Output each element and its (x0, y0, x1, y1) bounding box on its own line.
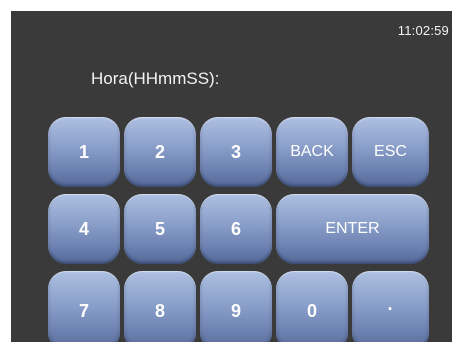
key-8-button[interactable]: 8 (124, 271, 196, 342)
key-9-button[interactable]: 9 (200, 271, 272, 342)
key-2-button[interactable]: 2 (124, 117, 196, 187)
key-3-button[interactable]: 3 (200, 117, 272, 187)
key-0-button[interactable]: 0 (276, 271, 348, 342)
key-5-button[interactable]: 5 (124, 194, 196, 264)
enter-button[interactable]: ENTER (276, 194, 429, 264)
key-1-button[interactable]: 1 (48, 117, 120, 187)
decimal-point-button[interactable]: · (352, 271, 429, 342)
esc-button[interactable]: ESC (352, 117, 429, 187)
back-button[interactable]: BACK (276, 117, 348, 187)
time-input-label: Hora(HHmmSS): (91, 69, 220, 88)
key-7-button[interactable]: 7 (48, 271, 120, 342)
keypad-screen: 11:02:59 Hora(HHmmSS): 1 2 3 BACK ESC 4 … (11, 11, 452, 342)
key-4-button[interactable]: 4 (48, 194, 120, 264)
clock-display: 11:02:59 (397, 23, 449, 38)
key-6-button[interactable]: 6 (200, 194, 272, 264)
